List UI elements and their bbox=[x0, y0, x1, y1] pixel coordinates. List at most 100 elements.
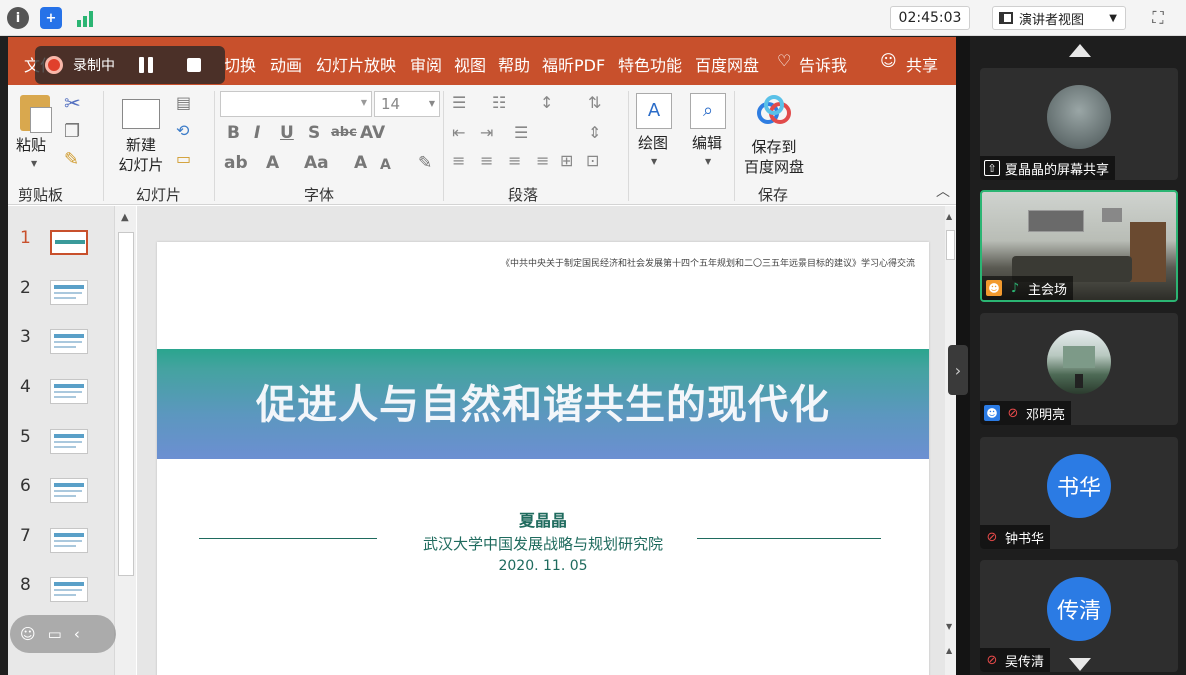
strikethrough-icon[interactable]: abc bbox=[331, 125, 357, 140]
menu-foxit-pdf[interactable]: 福昕PDF bbox=[542, 52, 605, 76]
draw-button[interactable]: A 绘图 ▼ bbox=[632, 89, 678, 177]
line-spacing-icon[interactable]: ↕ bbox=[540, 93, 553, 112]
decrease-indent-icon[interactable]: ⇤ bbox=[452, 123, 465, 142]
decrease-font-icon[interactable]: A bbox=[380, 157, 391, 173]
bullets-icon[interactable]: ☰ bbox=[452, 93, 466, 112]
emoji-icon[interactable]: ☺ bbox=[20, 625, 36, 643]
change-case-icon[interactable]: Aa bbox=[304, 153, 329, 173]
view-mode-label: 演讲者视图 bbox=[1019, 12, 1085, 28]
save-to-baidu-button[interactable]: 保存到 百度网盘 bbox=[738, 89, 810, 179]
italic-icon[interactable]: I bbox=[254, 123, 260, 143]
menu-review[interactable]: 审阅 bbox=[410, 52, 442, 76]
menu-tell-me[interactable]: 告诉我 bbox=[799, 52, 847, 76]
columns-icon[interactable]: ☰ bbox=[514, 123, 528, 142]
case-icon[interactable]: ab bbox=[224, 153, 248, 173]
thumb-number: 2 bbox=[20, 278, 31, 298]
font-size-select[interactable]: 14 ▼ bbox=[374, 91, 440, 117]
participant-name: 主会场 bbox=[1028, 282, 1068, 298]
slide-thumbnail[interactable] bbox=[50, 280, 88, 305]
justify-icon[interactable]: ≡ bbox=[536, 151, 549, 170]
slide-thumbnail[interactable] bbox=[50, 230, 88, 255]
canvas-scrollbar[interactable]: ▲ ▼ ▲ bbox=[945, 206, 956, 675]
menu-share[interactable]: 共享 bbox=[906, 52, 938, 76]
bold-icon[interactable]: B bbox=[227, 123, 240, 143]
menu-help[interactable]: 帮助 bbox=[498, 52, 530, 76]
underline-icon[interactable]: U bbox=[280, 123, 294, 143]
microphone-muted-icon: ⊘ bbox=[986, 652, 998, 668]
font-color-icon[interactable]: A bbox=[266, 153, 279, 173]
scroll-up-icon[interactable]: ▲ bbox=[121, 212, 129, 223]
smartart-icon[interactable]: ⊡ bbox=[586, 151, 599, 170]
clear-format-icon[interactable]: ✎ bbox=[418, 153, 432, 173]
align-center-icon[interactable]: ≡ bbox=[480, 151, 493, 170]
thumbnails-scrollbar[interactable]: ▲ bbox=[114, 206, 136, 675]
prev-slide-icon[interactable]: ▲ bbox=[946, 646, 952, 655]
section-icon[interactable]: ▭ bbox=[176, 149, 191, 168]
menu-view[interactable]: 视图 bbox=[454, 52, 486, 76]
menu-baidu[interactable]: 百度网盘 bbox=[695, 52, 759, 76]
slide-thumbnail[interactable] bbox=[50, 429, 88, 454]
thumb-number: 7 bbox=[20, 526, 31, 546]
thumb-number: 1 bbox=[20, 228, 31, 248]
collapse-panel-button[interactable]: › bbox=[948, 345, 968, 395]
align-right-icon[interactable]: ≡ bbox=[508, 151, 521, 170]
security-shield-icon[interactable]: + bbox=[40, 7, 62, 29]
scroll-down-icon[interactable]: ▼ bbox=[946, 622, 952, 631]
font-family-select[interactable]: ▼ bbox=[220, 91, 372, 117]
cut-icon[interactable]: ✂ bbox=[64, 91, 81, 115]
slide-thumbnail[interactable] bbox=[50, 528, 88, 553]
participant-name: 邓明亮 bbox=[1026, 407, 1066, 423]
copy-icon[interactable]: ❐ bbox=[64, 121, 80, 142]
edit-button[interactable]: ⌕ 编辑 ▼ bbox=[686, 89, 732, 177]
char-spacing-icon[interactable]: AV bbox=[360, 123, 385, 143]
scroll-up-arrow-icon[interactable] bbox=[1069, 44, 1091, 57]
align-text-icon[interactable]: ⇕ bbox=[588, 123, 601, 142]
align-left-icon[interactable]: ≡ bbox=[452, 151, 465, 170]
info-icon[interactable]: i bbox=[7, 7, 29, 29]
scroll-up-icon[interactable]: ▲ bbox=[946, 212, 952, 221]
signal-icon[interactable] bbox=[76, 8, 96, 28]
slide-thumbnail[interactable] bbox=[50, 478, 88, 503]
slide-thumbnail[interactable] bbox=[50, 379, 88, 404]
chevron-down-icon: ▼ bbox=[428, 99, 435, 108]
avatar: 传清 bbox=[1047, 577, 1111, 641]
participant-tile[interactable]: 传清 ⊘ 吴传清 bbox=[980, 560, 1178, 672]
increase-indent-icon[interactable]: ⇥ bbox=[480, 123, 493, 142]
participant-tile[interactable]: 书华 ⊘ 钟书华 bbox=[980, 437, 1178, 549]
avatar bbox=[1047, 85, 1111, 149]
collapse-left-icon[interactable]: ‹ bbox=[74, 625, 80, 643]
fullscreen-icon[interactable]: ⛶ bbox=[1146, 6, 1170, 30]
distribute-icon[interactable]: ⊞ bbox=[560, 151, 573, 170]
format-painter-icon[interactable]: ✎ bbox=[64, 149, 79, 170]
scroll-down-arrow-icon[interactable] bbox=[1069, 658, 1091, 671]
reset-icon[interactable]: ⟲ bbox=[176, 121, 189, 140]
new-slide-button[interactable]: 新建 幻灯片 bbox=[110, 91, 172, 179]
shadow-icon[interactable]: S bbox=[308, 123, 320, 143]
slide-thumbnail[interactable] bbox=[50, 329, 88, 354]
numbering-icon[interactable]: ☷ bbox=[492, 93, 506, 112]
paste-button[interactable]: 粘贴 ▼ bbox=[14, 93, 58, 173]
menu-slideshow[interactable]: 幻灯片放映 bbox=[316, 52, 396, 76]
stop-icon[interactable] bbox=[187, 58, 201, 72]
participant-tile[interactable]: ☻ ⊘ 邓明亮 bbox=[980, 313, 1178, 425]
participant-tile[interactable]: ⇧ 夏晶晶的屏幕共享 bbox=[980, 68, 1178, 180]
thumb-number: 5 bbox=[20, 427, 31, 447]
menu-features[interactable]: 特色功能 bbox=[618, 52, 682, 76]
chat-icon[interactable]: ▭ bbox=[48, 625, 62, 643]
menu-animations[interactable]: 动画 bbox=[270, 52, 302, 76]
slide-thumbnail[interactable] bbox=[50, 577, 88, 602]
current-slide[interactable]: 《中共中央关于制定国民经济和社会发展第十四个五年规划和二〇三五年远景目标的建议》… bbox=[157, 242, 929, 675]
menu-transitions[interactable]: 切换 bbox=[224, 52, 256, 76]
slide-title: 促进人与自然和谐共生的现代化 bbox=[256, 382, 830, 428]
participant-tile[interactable]: ☻ ♪ 主会场 bbox=[980, 190, 1178, 302]
share-person-icon: ☺ bbox=[880, 51, 897, 70]
layout-icon[interactable]: ▤ bbox=[176, 93, 191, 112]
slide-editing-canvas: 《中共中央关于制定国民经济和社会发展第十四个五年规划和二〇三五年远景目标的建议》… bbox=[137, 206, 945, 675]
increase-font-icon[interactable]: A bbox=[354, 153, 367, 173]
pause-icon[interactable] bbox=[139, 57, 155, 73]
powerpoint-window: 文件 切换 动画 幻灯片放映 审阅 视图 帮助 福昕PDF 特色功能 百度网盘 … bbox=[8, 37, 956, 675]
text-direction-icon[interactable]: ⇅ bbox=[588, 93, 601, 112]
collapse-ribbon-icon[interactable]: ︿ bbox=[936, 181, 950, 201]
view-mode-dropdown[interactable]: 演讲者视图 ▼ bbox=[992, 6, 1126, 30]
thumb-number: 6 bbox=[20, 476, 31, 496]
